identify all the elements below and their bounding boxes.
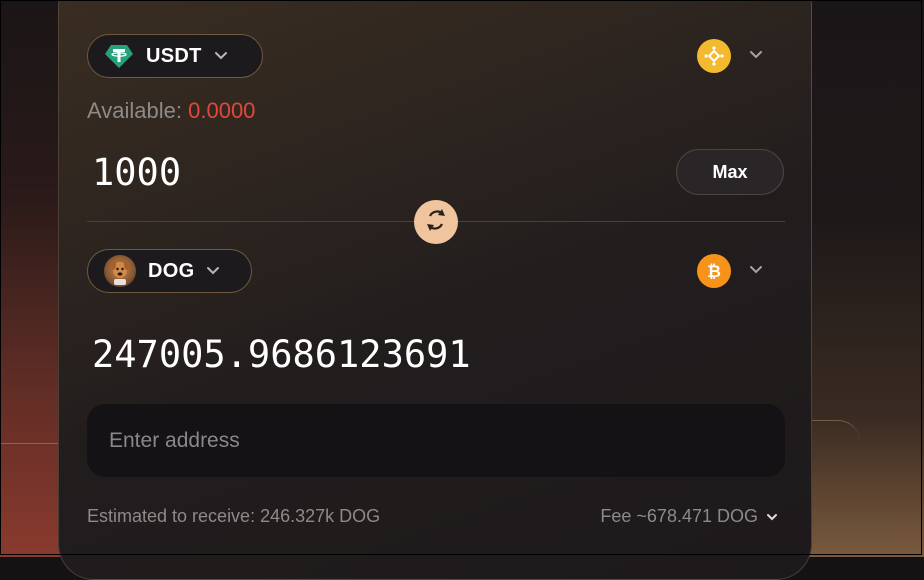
swap-direction-button[interactable] [414,200,458,244]
dog-avatar-icon [104,255,136,287]
available-balance: Available: 0.0000 [87,98,255,124]
chevron-down-icon [766,506,778,527]
address-input[interactable]: Enter address [87,404,785,477]
from-token-label: USDT [146,44,202,67]
tether-icon [104,41,134,71]
svg-text:₿: ₿ [707,262,721,282]
chevron-down-icon [214,49,228,63]
from-token-selector[interactable]: USDT [87,34,263,78]
fee-label: Fee ~678.471 DOG [600,506,758,526]
bnb-icon [697,39,731,73]
fee-dropdown[interactable]: Fee ~678.471 DOG [600,506,778,527]
max-button[interactable]: Max [676,149,784,195]
from-chain-selector[interactable] [697,39,763,73]
to-amount-output: 247005.9686123691 [92,333,471,376]
to-chain-selector[interactable]: ₿ [697,254,763,288]
from-amount-input[interactable]: 1000 [92,151,181,194]
chevron-down-icon [749,262,763,280]
to-token-label: DOG [148,259,195,282]
chevron-down-icon [749,47,763,65]
chevron-down-icon [206,264,220,278]
to-token-selector[interactable]: DOG [87,249,252,293]
bitcoin-icon: ₿ [697,254,731,288]
swap-icon [421,205,451,240]
available-label: Available: [87,98,182,123]
available-value: 0.0000 [188,98,256,123]
estimated-receive: Estimated to receive: 246.327k DOG [87,506,381,526]
